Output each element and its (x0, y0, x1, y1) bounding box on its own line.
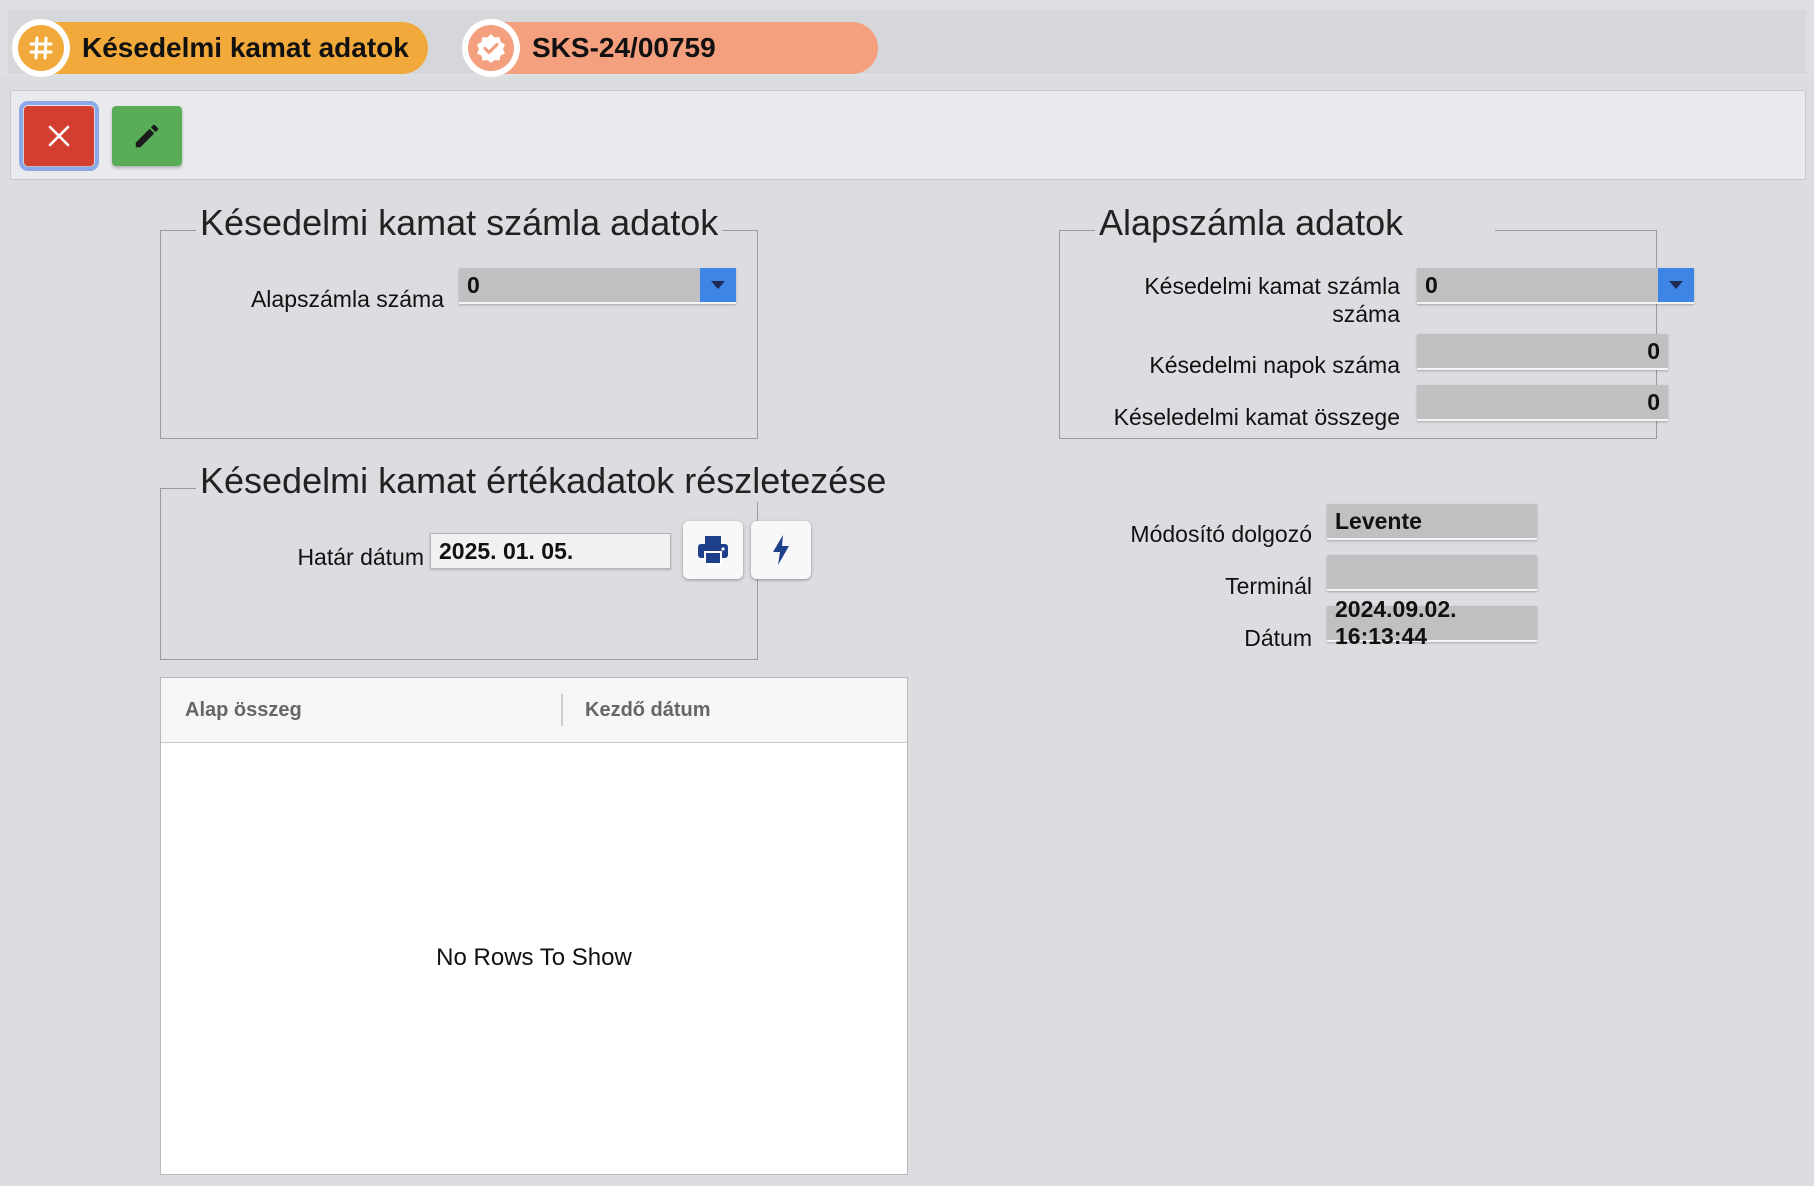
chevron-down-icon[interactable] (700, 268, 736, 302)
late-days-label: Késedelmi napok száma (1149, 352, 1400, 378)
invoice-section (160, 230, 758, 439)
details-section (160, 488, 758, 660)
invoice-section-legend: Késedelmi kamat számla adatok (196, 202, 723, 244)
pencil-icon (135, 124, 159, 148)
deadline-date-input[interactable]: 2025. 01. 05. (430, 533, 671, 569)
tab-kesedelmi-kamat-adatok[interactable]: Késedelmi kamat adatok (12, 19, 428, 77)
tab-label: SKS-24/00759 (532, 32, 716, 63)
interest-invoice-label-line2: száma (1332, 301, 1400, 327)
interest-invoice-select[interactable]: 0 (1417, 268, 1694, 304)
deadline-label: Határ dátum (297, 544, 424, 570)
print-button[interactable] (683, 521, 743, 579)
chevron-down-icon[interactable] (1658, 268, 1694, 302)
tab-document-number[interactable]: SKS-24/00759 (462, 19, 878, 77)
tab-label: Késedelmi kamat adatok (82, 32, 409, 63)
base-invoice-select[interactable]: 0 (459, 268, 736, 304)
column-header-kezdo-datum[interactable]: Kezdő dátum (585, 678, 711, 743)
verified-badge-icon (462, 19, 520, 77)
toolbar (10, 90, 1806, 180)
date-label: Dátum (1244, 625, 1312, 651)
date-field[interactable]: 2024.09.02. 16:13:44 (1327, 596, 1537, 649)
modifier-field[interactable]: Levente (1327, 504, 1537, 540)
data-grid: Alap összeg Kezdő dátum No Rows To Show (160, 677, 908, 1175)
base-section-legend: Alapszámla adatok (1095, 202, 1495, 244)
interest-amount-field[interactable]: 0 (1417, 385, 1668, 421)
close-button[interactable] (19, 101, 99, 171)
grid-header: Alap összeg Kezdő dátum (161, 678, 907, 743)
details-section-legend: Késedelmi kamat értékadatok részletezése (196, 460, 891, 502)
grid-empty-message: No Rows To Show (436, 944, 632, 971)
printer-icon (698, 536, 728, 565)
form-content: Késedelmi kamat számla adatok Alapszámla… (10, 202, 1806, 1180)
tab-bar: Késedelmi kamat adatok SKS-24/00759 (0, 0, 1814, 77)
interest-invoice-value: 0 (1425, 271, 1438, 298)
hash-icon (12, 19, 70, 77)
late-days-field[interactable]: 0 (1417, 334, 1668, 370)
lightning-icon (773, 535, 789, 565)
interest-invoice-label-line1: Késedelmi kamat számla (1144, 273, 1400, 299)
modifier-label: Módosító dolgozó (1130, 521, 1312, 547)
column-separator[interactable] (561, 694, 563, 726)
base-invoice-value: 0 (467, 271, 480, 298)
column-header-alap-osszeg[interactable]: Alap összeg (185, 678, 302, 743)
generate-button[interactable] (751, 521, 811, 579)
edit-button[interactable] (112, 106, 182, 166)
base-invoice-label: Alapszámla száma (250, 286, 444, 312)
terminal-field[interactable] (1327, 555, 1537, 591)
close-icon (48, 125, 70, 147)
terminal-label: Terminál (1225, 573, 1312, 599)
interest-amount-label: Késeledelmi kamat összege (1113, 404, 1400, 430)
